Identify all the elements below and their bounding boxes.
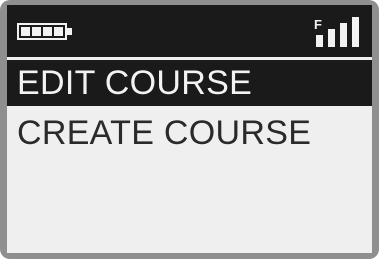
menu-item-create-course[interactable]: CREATE COURSE: [7, 110, 372, 156]
lcd-screen: F EDIT COURSE CREATE COURSE: [7, 5, 372, 253]
status-bar: F: [7, 5, 372, 57]
signal-strength-icon: F: [314, 17, 359, 47]
device-bezel: F EDIT COURSE CREATE COURSE: [0, 0, 379, 259]
signal-label: F: [314, 17, 322, 32]
menu-item-edit-course[interactable]: EDIT COURSE: [7, 60, 372, 106]
battery-full-icon: [17, 23, 72, 40]
